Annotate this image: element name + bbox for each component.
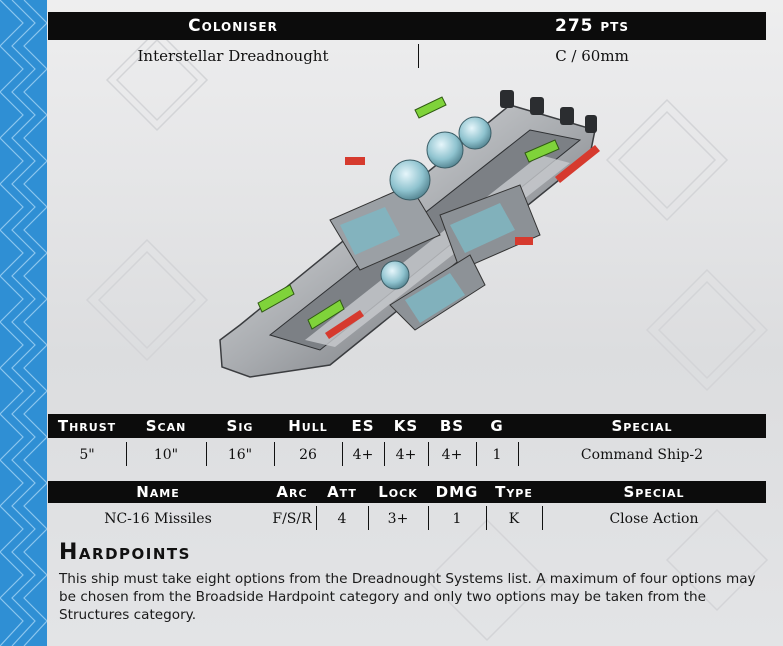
stat-thrust: 5"	[79, 447, 95, 463]
weapon-type: K	[508, 511, 520, 527]
hardpoints-description: This ship must take eight options from t…	[59, 571, 756, 623]
weapon-header-name: Name	[136, 483, 180, 501]
points-cost: 275 pts	[554, 16, 630, 36]
weapon-header-type: Type	[495, 483, 533, 501]
stat-special: Command Ship-2	[580, 447, 704, 463]
weapon-lock: 3+	[387, 511, 409, 527]
stat-header-scan: Scan	[145, 417, 187, 435]
stat-scan: 10"	[153, 447, 179, 463]
weapon-arc: F/S/R	[272, 511, 312, 527]
class-base: C / 60mm	[555, 47, 629, 65]
stat-sig: 16"	[227, 447, 253, 463]
weapon-row: NC-16 Missiles F/S/R 4 3+ 1 K Close Acti…	[48, 506, 766, 532]
stat-header-sig: Sig	[226, 417, 254, 435]
stat-hull: 26	[299, 447, 317, 463]
stat-header-hull: Hull	[288, 417, 328, 435]
weapon-header-arc: Arc	[276, 483, 308, 501]
stat-header-bs: BS	[439, 417, 465, 435]
stat-header-ks: KS	[393, 417, 419, 435]
weapon-att: 4	[337, 511, 347, 527]
stat-header-special: Special	[611, 417, 673, 435]
weapon-header-lock: Lock	[378, 483, 418, 501]
weapon-header-dmg: DMG	[435, 483, 479, 501]
stat-g: 1	[492, 447, 502, 463]
zigzag-pattern-icon	[0, 0, 47, 646]
weapon-dmg: 1	[452, 511, 462, 527]
weapon-name: NC-16 Missiles	[104, 511, 212, 527]
stat-ks: 4+	[395, 447, 417, 463]
stat-header-g: G	[490, 417, 504, 435]
stat-header-es: ES	[351, 417, 375, 435]
stat-es: 4+	[352, 447, 374, 463]
subtitle-row: Interstellar Dreadnought C / 60mm	[48, 44, 766, 68]
stat-bs: 4+	[441, 447, 463, 463]
ship-type: Interstellar Dreadnought	[137, 47, 329, 65]
weapons-header: Name Arc Att Lock DMG Type Special	[48, 481, 766, 503]
ship-illustration	[219, 90, 600, 378]
weapon-header-att: Att	[327, 483, 357, 501]
stats-row: 5" 10" 16" 26 4+ 4+ 4+ 1 Command Ship-2	[48, 442, 766, 468]
stats-header: Thrust Scan Sig Hull ES KS BS G Special	[48, 414, 766, 438]
weapon-special: Close Action	[609, 511, 699, 527]
decorative-side-strip	[0, 0, 47, 646]
stat-header-thrust: Thrust	[57, 417, 117, 435]
ship-name: Coloniser	[188, 16, 278, 36]
weapon-header-special: Special	[623, 483, 685, 501]
hardpoints-heading: Hardpoints	[59, 540, 191, 565]
title-bar: Coloniser 275 pts	[48, 12, 766, 40]
